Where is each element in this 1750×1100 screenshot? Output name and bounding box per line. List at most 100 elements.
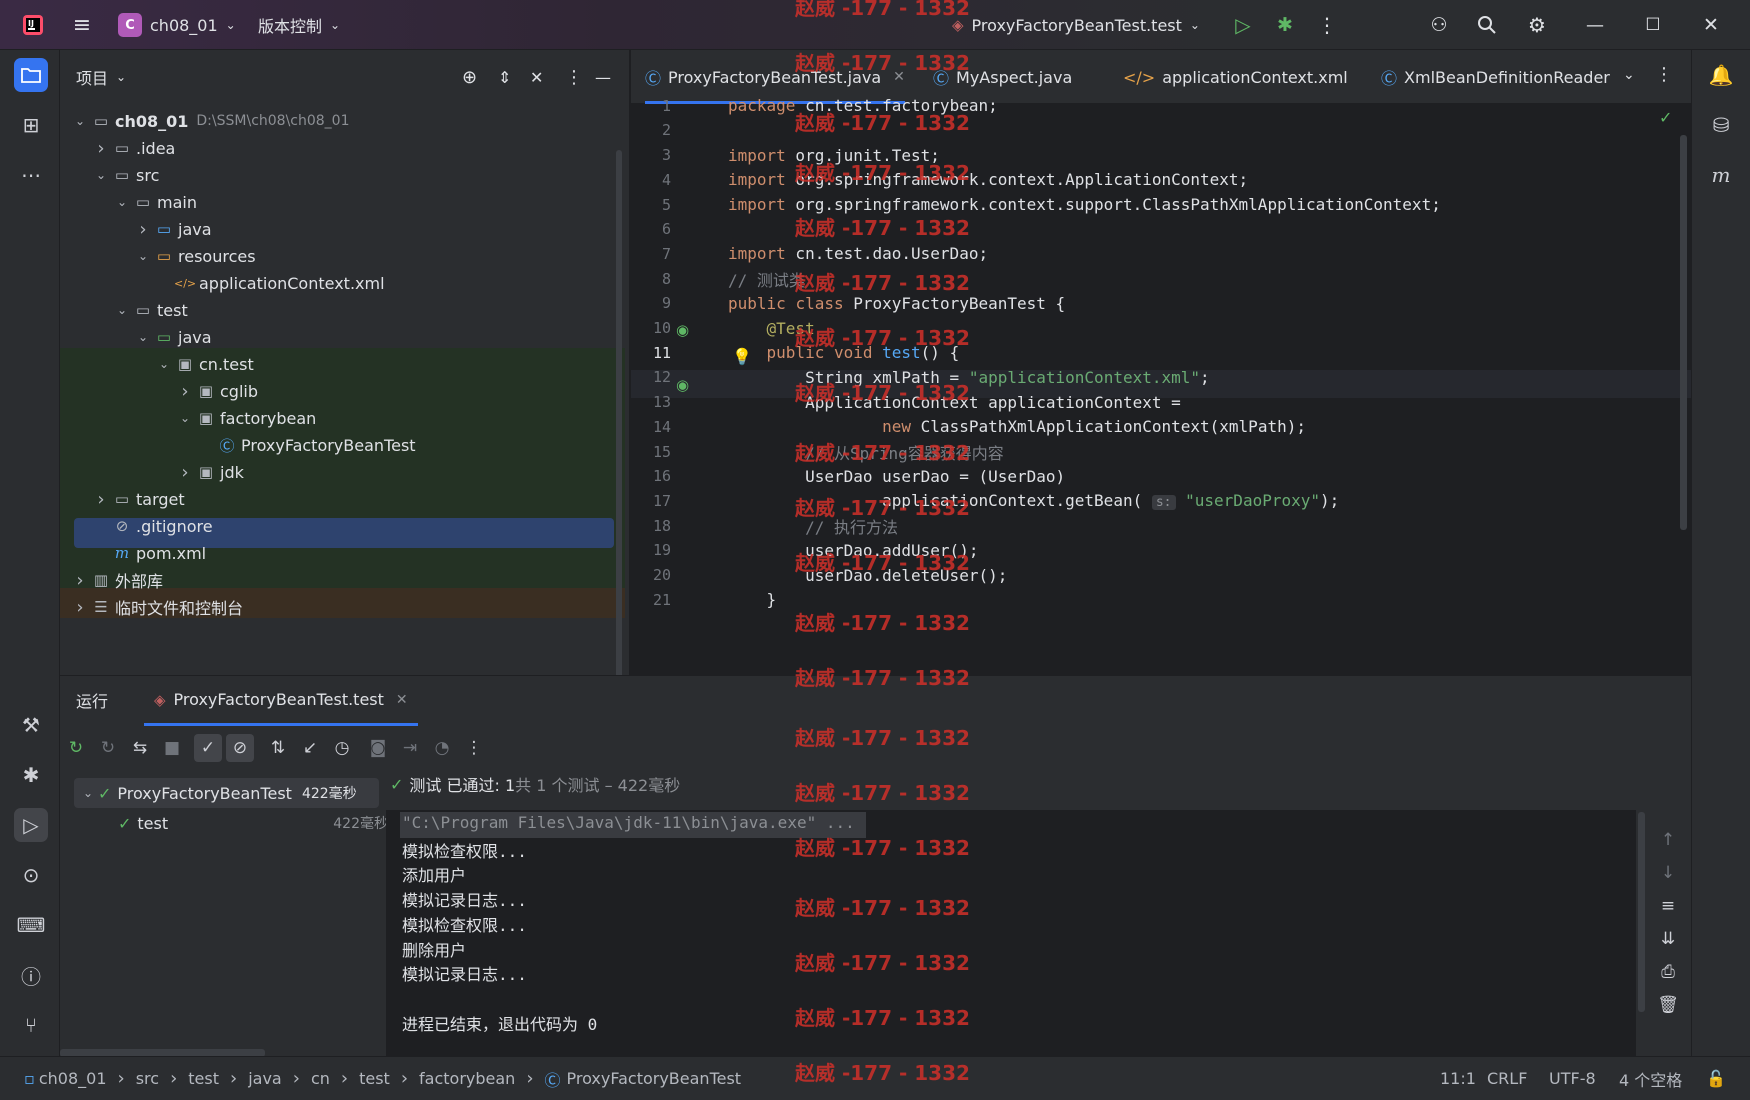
- code-line[interactable]: 21 }: [631, 586, 1676, 614]
- breadcrumb-item[interactable]: test: [359, 1069, 390, 1088]
- sort-by-duration-icon[interactable]: ↙: [296, 734, 324, 762]
- code-line[interactable]: 13 ApplicationContext applicationContext…: [631, 388, 1676, 416]
- maven-icon[interactable]: m: [1704, 158, 1738, 192]
- run-icon[interactable]: ▷: [1228, 0, 1258, 50]
- tree-item[interactable]: › ▭ target: [91, 484, 184, 514]
- terminal-icon[interactable]: ⌨: [14, 908, 48, 942]
- chevron-right-icon[interactable]: ›: [133, 219, 153, 240]
- maximize-window-icon[interactable]: ☐: [1638, 0, 1668, 50]
- tree-item[interactable]: ⊘ .gitignore: [91, 511, 213, 541]
- breadcrumb-item[interactable]: test: [188, 1069, 219, 1088]
- code-line[interactable]: 20 userDao.deleteUser();: [631, 561, 1676, 589]
- search-icon[interactable]: [1472, 0, 1502, 50]
- more-tools-icon[interactable]: ⋯: [14, 158, 48, 192]
- tree-item[interactable]: › ☰ 临时文件和控制台: [70, 592, 243, 622]
- code-line[interactable]: 15 // 从Spring容器获得内容: [631, 438, 1676, 466]
- run-tab[interactable]: ◈ ProxyFactoryBeanTest.test ✕: [144, 676, 418, 726]
- close-tab-icon[interactable]: ✕: [893, 69, 905, 85]
- services-icon[interactable]: ⊙: [14, 858, 48, 892]
- chevron-right-icon[interactable]: ›: [91, 138, 111, 159]
- chevron-down-icon[interactable]: ⌄: [112, 195, 132, 209]
- chevron-right-icon[interactable]: ›: [70, 597, 90, 618]
- minimize-window-icon[interactable]: —: [1580, 0, 1610, 50]
- expand-all-icon[interactable]: ⇕: [498, 68, 511, 87]
- run-config-selector[interactable]: ◈ ProxyFactoryBeanTest.test ⌄: [952, 0, 1200, 50]
- intention-bulb-icon[interactable]: 💡: [732, 347, 752, 366]
- tabs-dropdown-icon[interactable]: ⌄: [1623, 67, 1635, 83]
- code-line[interactable]: 10 @Test: [631, 314, 1676, 342]
- database-icon[interactable]: ⛁: [1704, 108, 1738, 142]
- breadcrumb-item[interactable]: ProxyFactoryBeanTest: [567, 1069, 742, 1088]
- tree-item[interactable]: › ▣ cglib: [175, 376, 258, 406]
- tree-item[interactable]: › ▭ .idea: [91, 133, 175, 163]
- soft-wrap-icon[interactable]: ≡: [1654, 892, 1682, 920]
- read-only-lock-icon[interactable]: 🔓: [1706, 1069, 1726, 1088]
- tree-item[interactable]: </> applicationContext.xml: [154, 268, 385, 298]
- print-icon[interactable]: ⎙: [1654, 958, 1682, 986]
- settings-gear-icon[interactable]: ⚙: [1522, 0, 1552, 50]
- git-branch-icon[interactable]: ⑂: [14, 1008, 48, 1042]
- chevron-right-icon[interactable]: ›: [175, 462, 195, 483]
- breadcrumb-item[interactable]: factorybean: [419, 1069, 515, 1088]
- show-passed-icon[interactable]: ✓: [194, 734, 222, 762]
- more-options-icon[interactable]: ⋮: [460, 734, 488, 762]
- chevron-down-icon[interactable]: ⌄: [175, 411, 195, 425]
- breadcrumb-item[interactable]: java: [248, 1069, 282, 1088]
- collapse-all-icon[interactable]: ✕: [530, 68, 543, 87]
- code-line[interactable]: 11 public void test() {: [631, 339, 1676, 367]
- indent-setting[interactable]: 4 个空格: [1619, 1067, 1682, 1091]
- scroll-up-icon[interactable]: ↑: [1654, 826, 1682, 854]
- build-hammer-icon[interactable]: ⚒: [14, 708, 48, 742]
- code-line[interactable]: 5 import org.springframework.context.supp…: [631, 191, 1676, 219]
- sort-alphabetically-icon[interactable]: ⇅: [264, 734, 292, 762]
- chevron-down-icon[interactable]: ⌄: [112, 303, 132, 317]
- debug-icon[interactable]: ✱: [1270, 0, 1300, 50]
- tree-item[interactable]: Ⓒ ProxyFactoryBeanTest: [196, 430, 415, 460]
- notifications-bell-icon[interactable]: 🔔: [1704, 58, 1738, 92]
- tree-item[interactable]: › ▣ jdk: [175, 457, 243, 487]
- locate-file-icon[interactable]: ⊕: [462, 67, 477, 88]
- tree-item[interactable]: ⌄ ▣ cn.test: [154, 349, 254, 379]
- chevron-right-icon[interactable]: ›: [70, 570, 90, 591]
- debug-bug-icon[interactable]: ✱: [14, 758, 48, 792]
- chevron-down-icon[interactable]: ⌄: [133, 249, 153, 263]
- run-gutter-icon[interactable]: ◉: [676, 321, 689, 339]
- tabs-options-icon[interactable]: ⋮: [1655, 64, 1673, 85]
- breadcrumb-item[interactable]: cn: [311, 1069, 330, 1088]
- code-line[interactable]: 2: [631, 117, 1676, 145]
- tree-item[interactable]: ⌄ ▭ ch08_01 D:\SSM\ch08\ch08_01: [70, 106, 350, 136]
- scroll-down-icon[interactable]: ↓: [1654, 859, 1682, 887]
- code-line[interactable]: 7 import cn.test.dao.UserDao;: [631, 240, 1676, 268]
- chevron-down-icon[interactable]: ⌄: [91, 168, 111, 182]
- code-line[interactable]: 6: [631, 216, 1676, 244]
- structure-icon[interactable]: ⊞: [14, 108, 48, 142]
- intellij-logo-icon[interactable]: IJ: [18, 0, 48, 50]
- code-line[interactable]: 18 // 执行方法: [631, 512, 1676, 540]
- code-line[interactable]: 9 public class ProxyFactoryBeanTest {: [631, 290, 1676, 318]
- tree-item[interactable]: ⌄ ▭ src: [91, 160, 159, 190]
- chevron-down-icon[interactable]: ⌄: [78, 786, 98, 800]
- project-panel-title[interactable]: 项目: [76, 65, 108, 89]
- stop-icon[interactable]: ■: [158, 734, 186, 762]
- code-line[interactable]: 4 import org.springframework.context.Appl…: [631, 166, 1676, 194]
- rerun-icon[interactable]: ↻: [62, 734, 90, 762]
- more-actions-icon[interactable]: ⋮: [1314, 0, 1340, 50]
- chevron-down-icon[interactable]: ⌄: [133, 330, 153, 344]
- show-ignored-icon[interactable]: ⊘: [226, 734, 254, 762]
- console-output[interactable]: "C:\Program Files\Java\jdk-11\bin\java.e…: [386, 810, 1636, 1057]
- coverage-icon[interactable]: ◔: [428, 734, 456, 762]
- code-line[interactable]: 12 String xmlPath = "applicationContext.…: [631, 364, 1676, 392]
- code-line[interactable]: 1 package cn.test.factorybean;: [631, 92, 1676, 120]
- chevron-down-icon[interactable]: ⌄: [154, 357, 174, 371]
- tree-item[interactable]: ⌄ ▭ main: [112, 187, 197, 217]
- chevron-right-icon[interactable]: ›: [175, 381, 195, 402]
- test-suite-row[interactable]: ⌄ ✓ ProxyFactoryBeanTest 422毫秒: [78, 778, 357, 808]
- chevron-down-icon[interactable]: ⌄: [116, 70, 126, 84]
- tree-item[interactable]: ⌄ ▣ factorybean: [175, 403, 316, 433]
- tree-item[interactable]: ⌄ ▭ java: [133, 322, 212, 352]
- code-line[interactable]: 3 import org.junit.Test;: [631, 141, 1676, 169]
- code-line[interactable]: 8 // 测试类: [631, 265, 1676, 293]
- file-encoding[interactable]: UTF-8: [1549, 1069, 1596, 1088]
- project-scrollbar[interactable]: [616, 150, 622, 705]
- run-gutter-icon[interactable]: ◉: [676, 376, 689, 394]
